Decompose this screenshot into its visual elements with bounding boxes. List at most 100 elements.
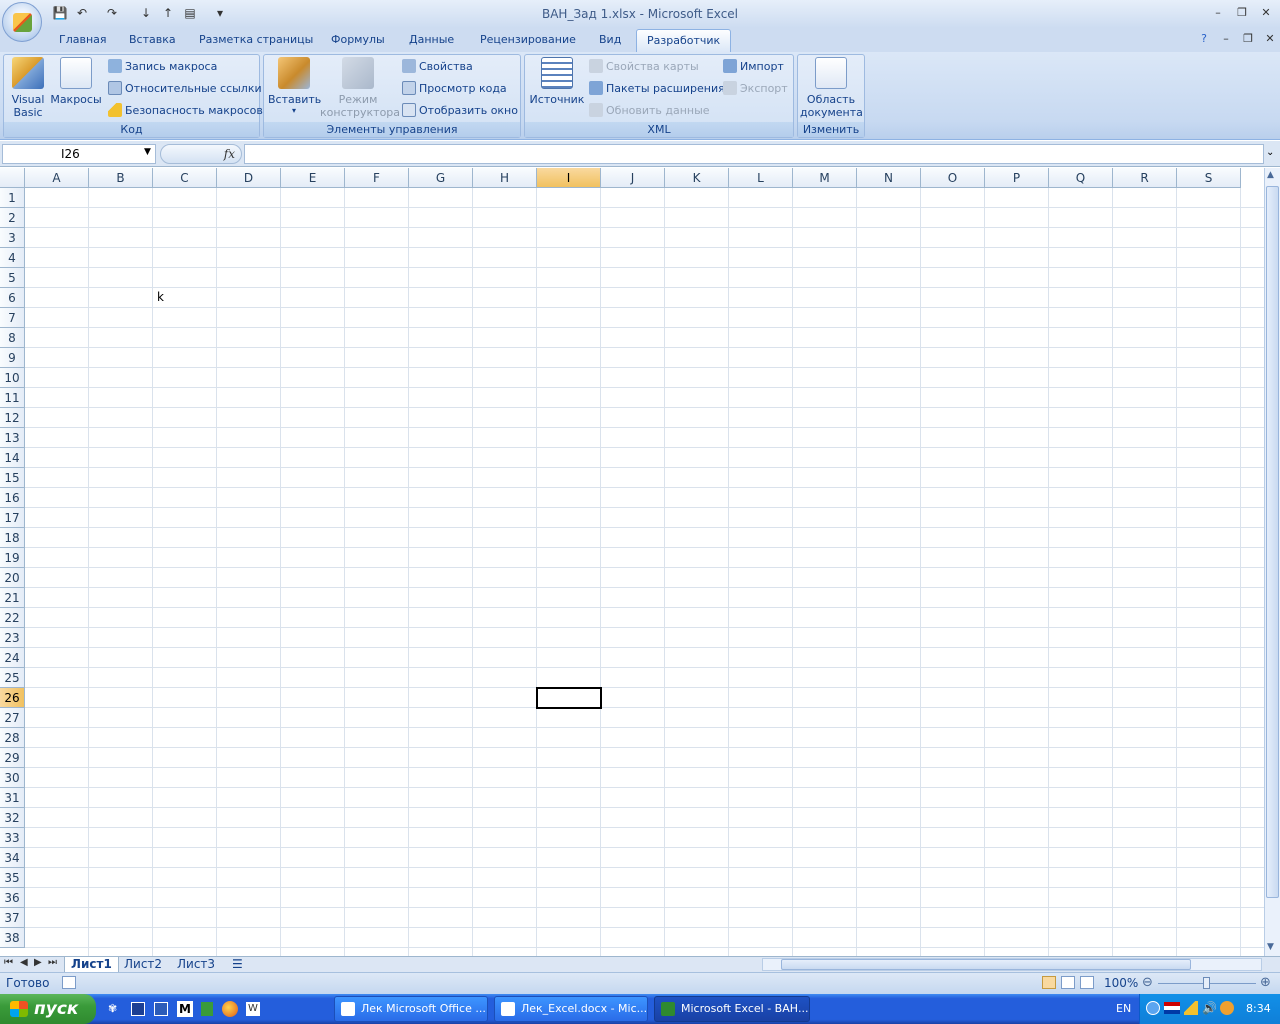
workbook-minimize-icon[interactable]: – [1218,32,1234,46]
workbook-close-icon[interactable]: ✕ [1262,32,1278,46]
column-header-i[interactable]: I [537,168,601,188]
row-header-6[interactable]: 6 [0,288,25,308]
row-header-35[interactable]: 35 [0,868,25,888]
tab-insert[interactable]: Вставка [129,33,176,51]
tab-home[interactable]: Главная [59,33,107,51]
run-dialog-button[interactable]: Отобразить окно [402,102,518,120]
properties-button[interactable]: Свойства [402,58,473,76]
row-header-8[interactable]: 8 [0,328,25,348]
row-header-1[interactable]: 1 [0,188,25,208]
row-header-38[interactable]: 38 [0,928,25,948]
quicklaunch-firefox-icon[interactable] [222,1001,238,1017]
tray-expand-icon[interactable] [1146,1001,1160,1015]
horizontal-scroll-thumb[interactable] [781,959,1191,970]
row-header-7[interactable]: 7 [0,308,25,328]
prev-sheet-icon[interactable]: ◀ [20,957,28,968]
tray-flag-icon[interactable] [1164,1002,1180,1014]
name-box-dropdown-icon[interactable]: ▼ [144,147,151,157]
name-box[interactable]: I26 [2,144,156,164]
start-button[interactable]: пуск [0,994,96,1024]
record-macro-button[interactable]: Запись макроса [108,58,217,76]
language-indicator[interactable]: EN [1116,1002,1131,1015]
cell-c6[interactable]: k [157,290,164,304]
row-header-15[interactable]: 15 [0,468,25,488]
sheet-tab-2[interactable]: Лист2 [118,957,168,973]
row-header-12[interactable]: 12 [0,408,25,428]
taskbar-button-1[interactable]: Лек Microsoft Office ... [334,996,488,1022]
row-header-24[interactable]: 24 [0,648,25,668]
select-all-button[interactable] [0,168,25,188]
relative-references-button[interactable]: Относительные ссылки [108,80,262,98]
quicklaunch-desktop-icon[interactable] [131,1002,145,1016]
map-properties-button[interactable]: Свойства карты [589,58,699,76]
formula-input[interactable] [244,144,1264,164]
row-header-20[interactable]: 20 [0,568,25,588]
row-header-22[interactable]: 22 [0,608,25,628]
horizontal-scrollbar[interactable] [762,958,1262,971]
taskbar-button-3[interactable]: Microsoft Excel - ВАН... [654,996,810,1022]
row-header-19[interactable]: 19 [0,548,25,568]
column-header-f[interactable]: F [345,168,409,188]
visual-basic-button[interactable]: Visual Basic [8,57,48,119]
row-header-28[interactable]: 28 [0,728,25,748]
row-header-4[interactable]: 4 [0,248,25,268]
tab-view[interactable]: Вид [599,33,621,51]
document-panel-button[interactable]: Область документа [800,57,863,119]
tray-app-icon[interactable] [1220,1001,1234,1015]
selected-cell[interactable] [536,687,602,709]
page-break-view-icon[interactable] [1080,976,1094,989]
row-header-21[interactable]: 21 [0,588,25,608]
column-header-a[interactable]: A [25,168,89,188]
workbook-restore-icon[interactable]: ❐ [1240,32,1256,46]
column-header-m[interactable]: M [793,168,857,188]
first-sheet-icon[interactable]: ⏮ [4,957,13,968]
scroll-up-icon[interactable]: ▲ [1267,170,1274,180]
zoom-in-icon[interactable]: ⊕ [1260,975,1271,990]
macro-record-status-icon[interactable] [62,976,76,989]
row-header-5[interactable]: 5 [0,268,25,288]
last-sheet-icon[interactable]: ⏭ [48,957,57,968]
row-header-17[interactable]: 17 [0,508,25,528]
column-header-s[interactable]: S [1177,168,1241,188]
insert-function-button[interactable]: fx [160,144,242,164]
column-header-n[interactable]: N [857,168,921,188]
quicklaunch-word-icon[interactable]: W [246,1002,260,1016]
insert-sheet-icon[interactable]: ☰ [226,957,249,973]
insert-control-button[interactable]: Вставить ▾ [268,57,321,116]
zoom-out-icon[interactable]: ⊖ [1142,975,1153,990]
page-layout-view-icon[interactable] [1061,976,1075,989]
help-icon[interactable]: ? [1196,32,1212,46]
row-header-32[interactable]: 32 [0,808,25,828]
row-header-25[interactable]: 25 [0,668,25,688]
cell-area[interactable]: k [25,188,1264,956]
quicklaunch-book-icon[interactable] [201,1002,213,1016]
xml-source-button[interactable]: Источник [529,57,585,106]
column-header-k[interactable]: K [665,168,729,188]
tab-data[interactable]: Данные [409,33,454,51]
row-header-14[interactable]: 14 [0,448,25,468]
refresh-data-button[interactable]: Обновить данные [589,102,710,120]
row-header-26[interactable]: 26 [0,688,25,708]
design-mode-button[interactable]: Режим конструктора [320,57,400,119]
column-header-r[interactable]: R [1113,168,1177,188]
row-header-30[interactable]: 30 [0,768,25,788]
column-header-q[interactable]: Q [1049,168,1113,188]
quicklaunch-explorer-icon[interactable] [154,1002,168,1016]
view-code-button[interactable]: Просмотр кода [402,80,507,98]
restore-icon[interactable]: ❐ [1234,6,1250,20]
row-header-10[interactable]: 10 [0,368,25,388]
row-header-37[interactable]: 37 [0,908,25,928]
tab-developer[interactable]: Разработчик [636,29,732,52]
row-header-16[interactable]: 16 [0,488,25,508]
tab-formulas[interactable]: Формулы [331,33,385,51]
column-header-j[interactable]: J [601,168,665,188]
row-header-13[interactable]: 13 [0,428,25,448]
zoom-level[interactable]: 100% [1104,976,1138,990]
column-header-h[interactable]: H [473,168,537,188]
row-header-33[interactable]: 33 [0,828,25,848]
expansion-packs-button[interactable]: Пакеты расширения [589,80,725,98]
row-header-3[interactable]: 3 [0,228,25,248]
tray-volume-icon[interactable]: 🔊 [1202,1001,1217,1015]
row-header-36[interactable]: 36 [0,888,25,908]
minimize-icon[interactable]: – [1210,6,1226,20]
